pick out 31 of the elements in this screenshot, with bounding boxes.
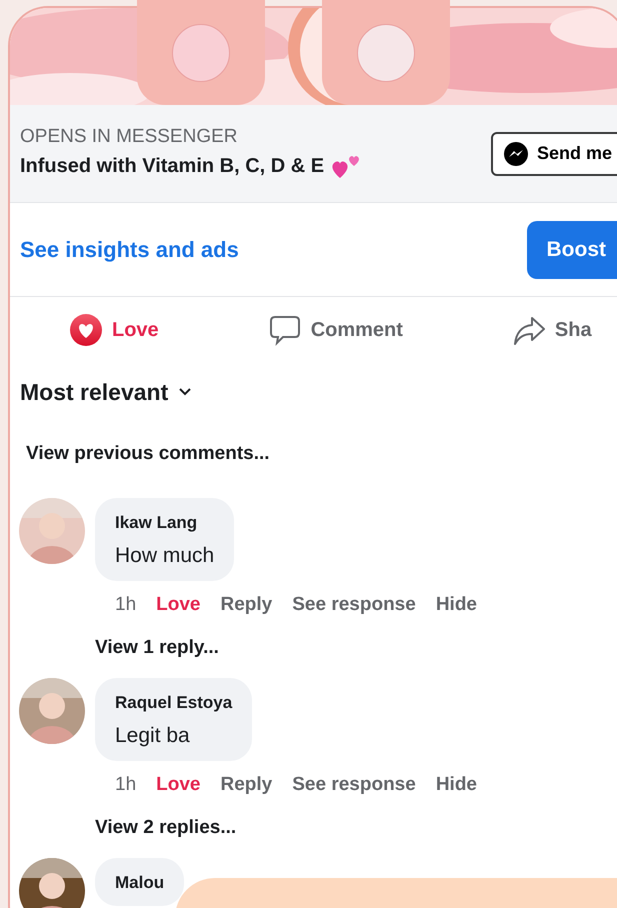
comment-author: Ikaw Lang bbox=[115, 512, 198, 534]
send-message-button[interactable]: Send me bbox=[490, 132, 617, 176]
view-previous-link[interactable]: View previous comments... bbox=[26, 442, 270, 464]
comment-action-link[interactable]: Reply bbox=[220, 591, 272, 620]
comment-time: 1h bbox=[115, 593, 136, 617]
comment-author: Malou bbox=[115, 872, 164, 894]
messenger-icon bbox=[502, 140, 529, 166]
love-link[interactable]: Love bbox=[156, 771, 200, 800]
chevron-down-icon bbox=[178, 387, 192, 398]
comment-button[interactable]: Comment bbox=[268, 314, 403, 346]
share-button[interactable]: Sha bbox=[512, 314, 592, 346]
view-replies-link[interactable]: View 2 replies... bbox=[95, 814, 236, 842]
comment-author: Raquel Estoya bbox=[115, 692, 232, 714]
boost-button[interactable]: Boost bbox=[526, 220, 617, 278]
comment-time: 1h bbox=[115, 773, 136, 797]
comment-action-link[interactable]: See response bbox=[292, 771, 416, 800]
love-link[interactable]: Love bbox=[156, 591, 200, 620]
comment-action-link[interactable]: See response bbox=[292, 591, 416, 620]
share-icon bbox=[512, 314, 545, 346]
view-replies-link[interactable]: View 1 reply... bbox=[95, 634, 219, 662]
comment-action-link[interactable]: Reply bbox=[220, 771, 272, 800]
cta-headline: Infused with Vitamin B, C, D & E bbox=[20, 156, 324, 176]
speech-bubble-icon bbox=[268, 314, 301, 346]
comment-action-link[interactable]: Hide bbox=[436, 591, 478, 620]
comment-text: Legit ba bbox=[115, 722, 191, 748]
sort-dropdown[interactable]: Most relevant bbox=[20, 375, 192, 410]
love-button[interactable]: Love bbox=[70, 314, 159, 346]
comment-action-link[interactable]: Hide bbox=[436, 771, 478, 800]
cta-caption: OPENS IN MESSENGER bbox=[20, 127, 238, 146]
insights-link[interactable]: See insights and ads bbox=[20, 233, 239, 266]
comment-text: How much bbox=[115, 542, 214, 568]
